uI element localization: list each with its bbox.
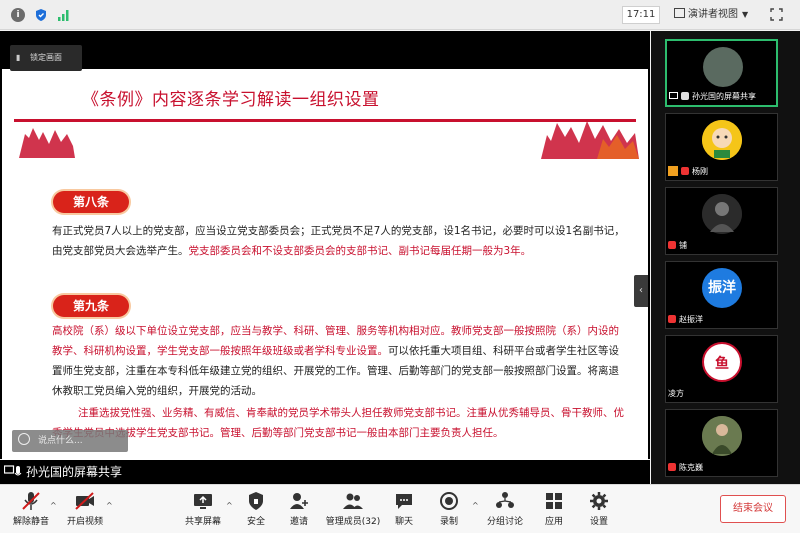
lock-screen-button[interactable]: ▮ 锁定画面 [10,45,82,71]
chevron-down-icon: ▼ [742,10,749,19]
screen-share-mic-icon [4,465,22,476]
avatar [702,416,742,456]
title-underline [14,119,636,122]
sharer-label: 孙光国的屏幕共享 [26,465,123,479]
speaker-view-icon [674,8,685,18]
crowd-silhouette-right [541,121,639,159]
participant-name: 孙光国的屏幕共享 [669,90,759,103]
mic-muted-icon [668,463,676,471]
manage-members-button[interactable]: 管理成员(32) [322,490,384,530]
security-label: 安全 [246,517,265,527]
meeting-toolbar: 解除静音 ^ 开启视频 ^ 共享屏幕 ^ 安全 邀请 管理成员(32) 聊天 录… [0,484,800,533]
start-video-button[interactable]: 开启视频 [58,490,112,530]
chat-placeholder: 说点什么... [38,436,83,446]
shield-icon[interactable] [34,8,48,22]
camera-off-icon [58,490,112,512]
invite-label: 邀请 [289,517,308,527]
add-user-icon [272,490,326,512]
record-icon [422,490,476,512]
record-button[interactable]: 录制 [422,490,476,530]
participant-name-text: 赵振洋 [679,315,703,324]
participant-name-text: 凌方 [668,389,684,398]
article-8-text-b: 党支部委员会和不设支部委员会的支部书记、副书记每届任期一般为3年。 [188,245,532,257]
avatar: 鱼 [702,342,742,382]
share-screen-label: 共享屏幕 [184,517,221,527]
emoji-avatar-icon [702,120,742,160]
chat-input[interactable]: 说点什么... [12,430,128,452]
invite-button[interactable]: 邀请 [272,490,326,530]
participant-name-text: 孙光国的屏幕共享 [692,92,756,101]
mic-icon [681,92,689,100]
article-9-text-2: 注重选拔党性强、业务精、有威信、肯奉献的党员学术带头人担任教师党支部书记。注重从… [52,403,626,443]
fullscreen-icon[interactable] [770,8,783,21]
person-avatar-icon [702,194,742,234]
avatar [702,120,742,160]
photo-avatar-icon [702,416,742,456]
participant-name-text: 铺 [679,241,687,250]
meeting-clock: 17:11 [622,6,660,24]
avatar [702,194,742,234]
chevron-up-icon[interactable]: ^ [106,501,113,510]
slide-title: 《条例》内容逐条学习解读一组织设置 [82,90,380,110]
shared-screen: ▮ 锁定画面 《条例》内容逐条学习解读一组织设置 第八条 有正式党员7人以上的党支… [0,31,650,477]
article-9-label: 第九条 [53,295,129,317]
chat-label: 聊天 [394,517,413,527]
participant-name: 杨刚 [668,165,711,178]
title-bar: i 17:11 演讲者视图 ▼ [0,0,800,30]
settings-button[interactable]: 设置 [572,490,626,530]
user-icon [668,166,678,176]
end-meeting-button[interactable]: 结束会议 [720,495,786,523]
avatar [703,47,743,87]
breakout-button[interactable]: 分组讨论 [478,490,532,530]
participant-panel: 孙光国的屏幕共享 杨刚 铺 振洋 赵振洋 鱼 凌方 陈克巍 [651,31,800,484]
collapse-panel-button[interactable]: ‹ [634,275,648,307]
participant-tile[interactable]: 铺 [665,187,778,255]
article-9-text: 高校院（系）级以下单位设立党支部，应当与教学、科研、管理、服务等机构相对应。教师… [52,321,626,401]
chevron-left-icon: ‹ [639,285,643,296]
settings-label: 设置 [589,517,608,527]
participant-tile[interactable]: 孙光国的屏幕共享 [665,39,778,107]
mic-muted-icon [668,315,676,323]
participant-name: 赵振洋 [668,313,706,326]
participant-name: 凌方 [668,387,687,400]
participant-name: 陈克巍 [668,461,706,474]
view-mode-label: 演讲者视图 [688,9,738,20]
article-8-label: 第八条 [53,191,129,213]
breakout-icon [478,490,532,512]
pin-icon: ▮ [16,53,21,62]
manage-members-label: 管理成员(32) [325,517,381,527]
participant-name-text: 杨刚 [692,167,708,176]
info-icon[interactable]: i [11,8,25,22]
article-8-text: 有正式党员7人以上的党支部，应当设立党支部委员会；正式党员不足7人的党支部，设1… [52,221,626,261]
participant-tile[interactable]: 陈克巍 [665,409,778,477]
share-screen-icon [176,490,230,512]
start-video-label: 开启视频 [66,517,103,527]
record-label: 录制 [439,517,458,527]
sharer-bar: 孙光国的屏幕共享 [0,460,650,484]
article-9-text-c: 注重选拔党性强、业务精、有威信、肯奉献的党员学术带头人担任教师党支部书记。注重从… [52,407,624,439]
participant-tile[interactable]: 鱼 凌方 [665,335,778,403]
share-screen-button[interactable]: 共享屏幕 [176,490,230,530]
lock-tip-label: 锁定画面 [30,53,62,62]
apps-label: 应用 [544,517,563,527]
participant-tile[interactable]: 振洋 赵振洋 [665,261,778,329]
mic-muted-icon [681,167,689,175]
participant-tile[interactable]: 杨刚 [665,113,778,181]
signal-icon[interactable] [57,8,71,22]
participant-name-text: 陈克巍 [679,463,703,472]
unmute-button[interactable]: 解除静音 [4,490,58,530]
chevron-up-icon[interactable]: ^ [50,501,57,510]
view-mode-dropdown[interactable]: 演讲者视图 ▼ [668,6,762,24]
emoji-icon[interactable] [18,433,30,445]
unmute-label: 解除静音 [12,517,49,527]
screen-share-icon [669,92,678,99]
meeting-window: i 17:11 演讲者视图 ▼ ▮ 锁定画面 《条例》内容逐条学习解读一组织设置… [0,0,800,533]
gear-icon [572,490,626,512]
crowd-silhouette-left [19,128,75,158]
avatar: 振洋 [702,268,742,308]
mic-muted-icon [668,241,676,249]
participant-name: 铺 [668,239,690,252]
members-icon [322,490,384,512]
breakout-label: 分组讨论 [486,517,523,527]
